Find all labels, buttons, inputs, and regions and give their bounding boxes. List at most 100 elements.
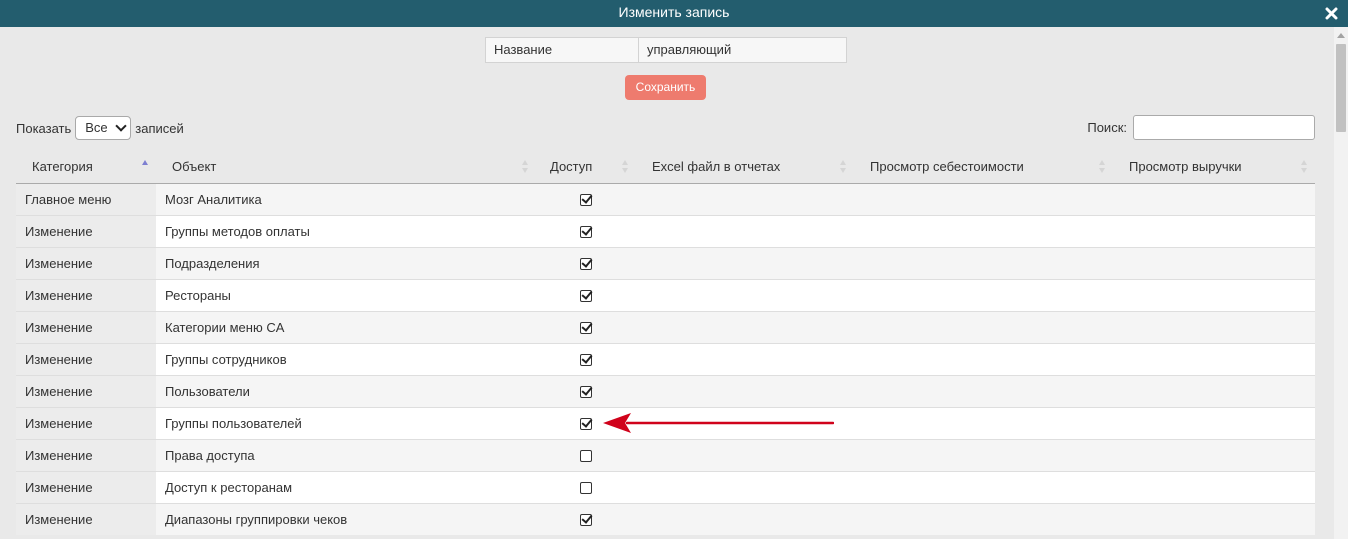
table-body: Главное меню Мозг Аналитика Изменение Групп… [16,182,1315,535]
access-checkbox-checked[interactable] [580,418,592,431]
page-length-control: Показать Все записей [16,116,184,140]
name-label: Название [486,38,639,62]
cell-revenue-view [1113,214,1315,247]
cell-access [536,342,636,375]
search-input[interactable] [1133,115,1315,140]
close-icon[interactable] [1325,7,1338,20]
cell-category: Изменение [16,438,156,471]
dialog-title: Изменить запись [618,4,730,20]
chevron-down-icon [115,120,127,132]
cell-object: Пользователи [156,374,536,407]
cell-object: Группы пользователей [156,406,536,439]
column-header-excel[interactable]: Excel файл в отчетах [636,150,854,184]
cell-access [536,278,636,311]
column-header-revenue-view[interactable]: Просмотр выручки [1113,150,1315,184]
cell-object: Права доступа [156,438,536,471]
cell-excel [636,246,854,279]
cell-category: Изменение [16,470,156,503]
column-header-cost-view[interactable]: Просмотр себестоимости [854,150,1113,184]
cell-cost-view [854,246,1113,279]
scrollbar-thumb[interactable] [1336,44,1346,132]
cell-access [536,502,636,535]
cell-cost-view [854,374,1113,407]
column-header-category[interactable]: Категория [16,150,156,184]
table-row: Изменение Рестораны [16,278,1315,311]
cell-revenue-view [1113,310,1315,343]
access-checkbox-checked[interactable] [580,194,592,207]
cell-excel [636,278,854,311]
access-checkbox-checked[interactable] [580,386,592,399]
cell-cost-view [854,470,1113,503]
cell-cost-view [854,342,1113,375]
cell-cost-view [854,406,1113,439]
cell-object: Доступ к ресторанам [156,470,536,503]
dialog-title-bar: Изменить запись [0,0,1348,27]
cell-category: Изменение [16,406,156,439]
access-checkbox-checked[interactable] [580,514,592,527]
cell-access [536,246,636,279]
table-row: Изменение Подразделения [16,246,1315,279]
sort-icon [622,160,628,174]
scrollbar[interactable] [1334,27,1348,539]
access-checkbox[interactable] [580,450,592,463]
sort-icon [840,160,846,174]
cell-excel [636,310,854,343]
cell-category: Изменение [16,374,156,407]
name-field-row: Название управляющий [485,37,847,63]
cell-category: Главное меню [16,182,156,215]
table-row: Изменение Пользователи [16,374,1315,407]
cell-cost-view [854,214,1113,247]
cell-excel [636,470,854,503]
table-row: Изменение Группы методов оплаты [16,214,1315,247]
access-checkbox-checked[interactable] [580,258,592,271]
access-checkbox[interactable] [580,482,592,495]
cell-access [536,374,636,407]
cell-access [536,310,636,343]
cell-revenue-view [1113,182,1315,215]
cell-access [536,214,636,247]
cell-revenue-view [1113,502,1315,535]
cell-object: Группы сотрудников [156,342,536,375]
cell-category: Изменение [16,278,156,311]
cell-excel [636,374,854,407]
cell-revenue-view [1113,278,1315,311]
sort-icon [1301,160,1307,174]
cell-access [536,438,636,471]
access-checkbox-checked[interactable] [580,226,592,239]
cell-excel [636,438,854,471]
table-row: Главное меню Мозг Аналитика [16,182,1315,215]
cell-cost-view [854,438,1113,471]
access-checkbox-checked[interactable] [580,354,592,367]
sort-asc-icon [142,160,148,174]
access-checkbox-checked[interactable] [580,290,592,303]
cell-category: Изменение [16,502,156,535]
access-checkbox-checked[interactable] [580,322,592,335]
page-length-select[interactable]: Все [75,116,132,140]
table-row: Изменение Группы сотрудников [16,342,1315,375]
cell-excel [636,342,854,375]
sort-icon [522,160,528,174]
cell-object: Мозг Аналитика [156,182,536,215]
cell-category: Изменение [16,342,156,375]
column-header-object[interactable]: Объект [156,150,536,184]
search-label: Поиск: [1087,120,1127,135]
name-input[interactable]: управляющий [639,38,846,62]
cell-object: Категории меню CA [156,310,536,343]
column-header-access[interactable]: Доступ [536,150,636,184]
table-row: Изменение Доступ к ресторанам [16,470,1315,503]
cell-excel [636,214,854,247]
cell-object: Рестораны [156,278,536,311]
search-control: Поиск: [1087,115,1315,140]
table-row: Изменение Категории меню CA [16,310,1315,343]
cell-access [536,182,636,215]
cell-cost-view [854,310,1113,343]
save-button[interactable]: Сохранить [625,75,706,100]
table-row: Изменение Права доступа [16,438,1315,471]
cell-access [536,470,636,503]
scroll-up-icon[interactable] [1337,33,1345,38]
cell-revenue-view [1113,470,1315,503]
cell-revenue-view [1113,246,1315,279]
cell-excel [636,502,854,535]
cell-cost-view [854,502,1113,535]
cell-cost-view [854,278,1113,311]
